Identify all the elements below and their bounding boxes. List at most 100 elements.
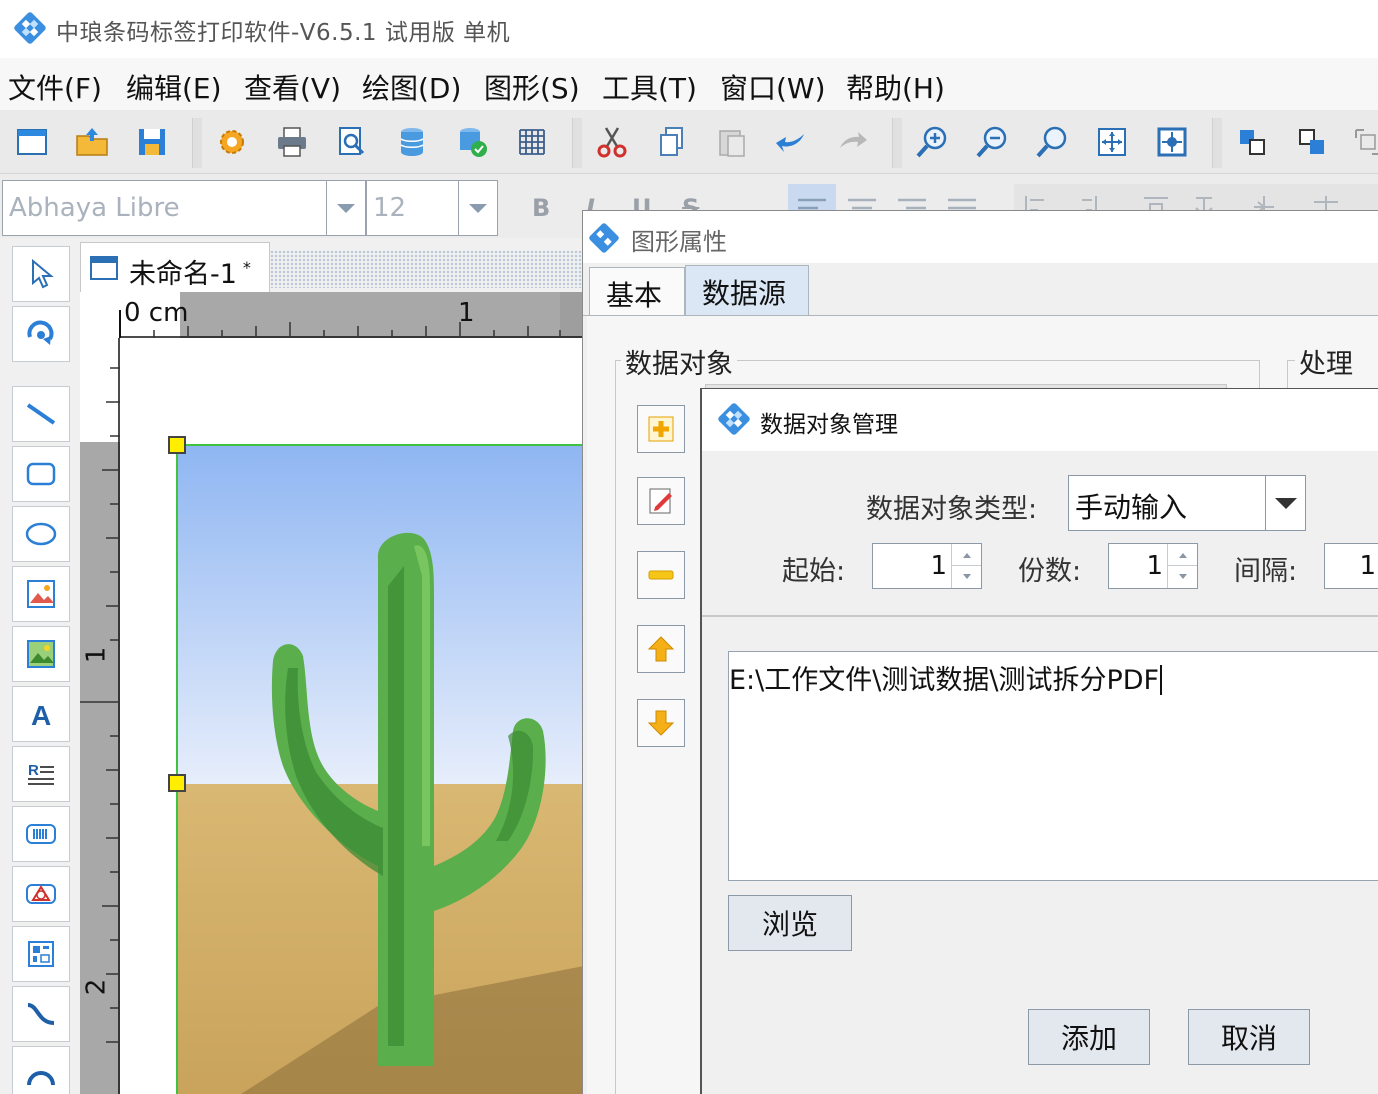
font-select[interactable]: Abhaya Libre [2,180,328,236]
chevron-down-icon[interactable] [1265,476,1305,530]
bold-button[interactable]: B [532,194,550,222]
interval-stepper[interactable]: 1 [1324,543,1378,589]
menu-view[interactable]: 查看(V) [244,67,341,107]
tab-data-source[interactable]: 数据源 [685,265,809,317]
start-spin-arrows-icon[interactable] [951,544,981,588]
copy-icon[interactable] [650,120,694,164]
start-label: 起始: [782,556,846,587]
add-button[interactable]: 添加 [1028,1009,1150,1065]
curve-tool-icon[interactable] [12,986,70,1042]
resize-handle-top-left[interactable] [168,436,186,454]
menu-help[interactable]: 帮助(H) [846,67,945,107]
start-value: 1 [930,551,947,581]
cancel-button[interactable]: 取消 [1188,1009,1310,1065]
modified-indicator: * [242,258,251,277]
font-dropdown-icon[interactable] [326,180,366,236]
menu-tools[interactable]: 工具(T) [602,67,697,107]
fit-page-icon[interactable] [1090,120,1134,164]
svg-text:R: R [28,762,39,779]
arc-tool-icon[interactable] [12,1046,70,1094]
text-tool-icon[interactable]: A [12,686,70,742]
cut-icon[interactable] [590,120,634,164]
browse-button[interactable]: 浏览 [728,895,852,951]
rectangle-tool-icon[interactable] [12,446,70,502]
copies-label: 份数: [1018,556,1082,587]
ellipse-tool-icon[interactable] [12,506,70,562]
move-down-button[interactable] [637,699,685,747]
ruler-zero-label: 0 cm [124,298,189,328]
open-icon[interactable] [70,120,114,164]
document-tab[interactable]: 未命名-1 * [80,242,270,292]
edit-icon [649,488,672,514]
barcode-tool-icon[interactable] [12,806,70,862]
horizontal-ruler: 0 cm 1 [80,292,582,338]
database-icon[interactable] [390,120,434,164]
new-icon[interactable] [10,120,54,164]
paste-icon[interactable] [710,120,754,164]
delete-data-object-button[interactable] [637,551,685,599]
props-title-bar: 图形属性 [583,211,1378,263]
zoom-in-icon[interactable] [910,120,954,164]
copies-value: 1 [1146,551,1163,581]
manager-logo-icon [718,403,750,435]
resize-handle-middle-left[interactable] [168,774,186,792]
menu-file[interactable]: 文件(F) [8,67,102,107]
undo-icon[interactable] [770,120,814,164]
grid-icon[interactable] [510,120,554,164]
data-text-area[interactable]: E:\工作文件\测试数据\测试拆分PDF [728,651,1378,881]
qrcode-tool-icon[interactable] [12,926,70,982]
font-size-dropdown-icon[interactable] [458,180,498,236]
save-icon[interactable] [130,120,174,164]
settings-icon[interactable] [210,120,254,164]
move-up-button[interactable] [637,625,685,673]
redo-icon[interactable] [830,120,874,164]
menu-edit[interactable]: 编辑(E) [126,67,222,107]
zoom-out-icon[interactable] [970,120,1014,164]
start-stepper[interactable]: 1 [872,543,982,589]
cactus-image[interactable] [176,444,582,1094]
menu-window[interactable]: 窗口(W) [720,67,826,107]
select-tool-icon[interactable] [12,246,70,302]
add-data-object-button[interactable] [637,405,685,453]
line-tool-icon[interactable] [12,386,70,442]
document-icon [90,256,118,280]
bring-front-icon[interactable] [1230,120,1274,164]
arrow-up-icon [647,636,675,662]
manager-title-bar: 数据对象管理 [702,389,1378,451]
menu-shape[interactable]: 图形(S) [484,67,580,107]
rotate-tool-icon[interactable] [12,306,70,362]
toolbox: A R [0,238,80,1094]
menu-bar: 文件(F) 编辑(E) 查看(V) 绘图(D) 图形(S) 工具(T) 窗口(W… [0,58,1378,110]
vruler-one-label: 1 [81,646,112,664]
richtext-tool-icon[interactable]: R [12,746,70,802]
manager-title: 数据对象管理 [760,412,898,438]
vertical-ruler: 1 2 [80,338,120,1094]
database-settings-icon[interactable] [450,120,494,164]
arrow-down-icon [647,710,675,736]
main-toolbar [0,110,1378,174]
copies-stepper[interactable]: 1 [1108,543,1198,589]
shape-tool-icon[interactable] [12,866,70,922]
copies-spin-arrows-icon[interactable] [1167,544,1197,588]
zoom-icon[interactable] [1030,120,1074,164]
props-logo-icon [589,223,619,253]
print-icon[interactable] [270,120,314,164]
font-value: Abhaya Libre [9,193,180,223]
type-label: 数据对象类型: [866,494,1038,525]
interval-label: 间隔: [1234,556,1298,587]
data-object-manager-dialog: 数据对象管理 数据对象类型: 手动输入 起始: 1 份数: 1 间隔: 1 E:… [700,388,1378,1094]
menu-draw[interactable]: 绘图(D) [362,67,461,107]
fit-width-icon[interactable] [1150,120,1194,164]
tab-basic[interactable]: 基本 [589,267,685,315]
image-tool-icon[interactable] [12,566,70,622]
data-object-type-select[interactable]: 手动输入 [1068,475,1306,531]
picture-tool-icon[interactable] [12,626,70,682]
edit-data-object-button[interactable] [637,477,685,525]
send-back-icon[interactable] [1290,120,1334,164]
document-title: 未命名-1 * [129,258,251,290]
svg-text:A: A [31,700,51,731]
group-icon[interactable] [1346,120,1378,164]
type-value: 手动输入 [1075,491,1188,524]
font-size-select[interactable]: 12 [366,180,460,236]
print-preview-icon[interactable] [330,120,374,164]
